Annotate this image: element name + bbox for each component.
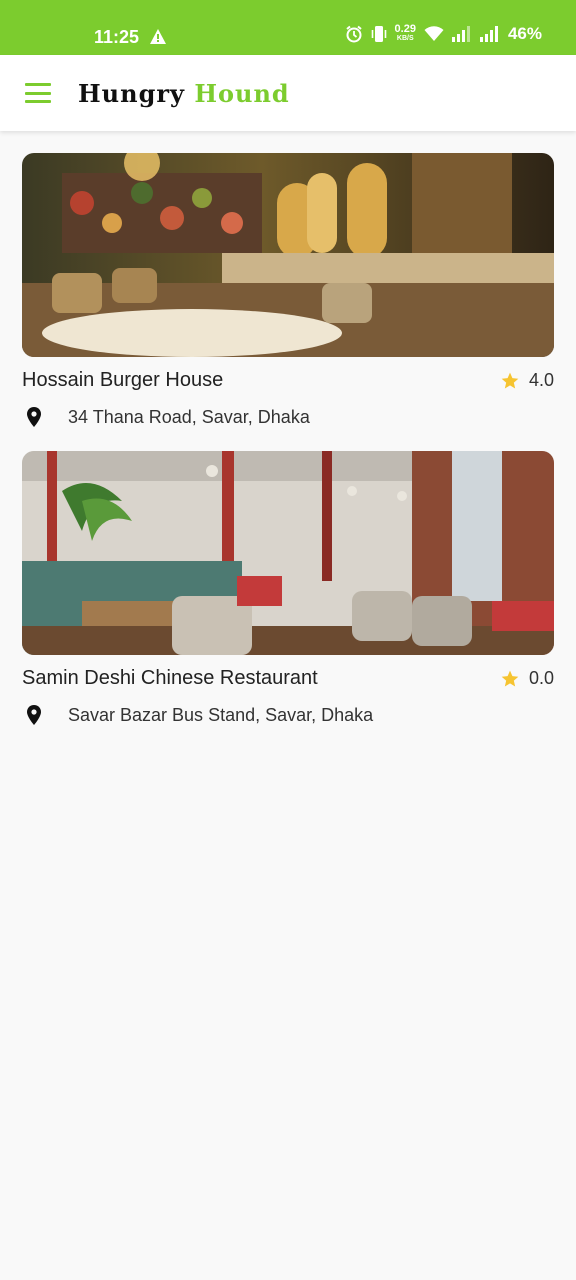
status-time: 11:25	[94, 27, 140, 47]
restaurant-name: Hossain Burger House	[22, 369, 224, 391]
status-indicators: 0.29 KB/S 46%	[345, 24, 542, 44]
app-logo: Hungry Hound	[78, 79, 290, 108]
restaurant-card[interactable]: Hossain Burger House 4.0 34 Thana Road, …	[22, 153, 554, 427]
address-text: 34 Thana Road, Savar, Dhaka	[68, 406, 310, 427]
restaurant-image	[22, 153, 554, 357]
battery-level: 46%	[507, 24, 542, 43]
rating: 0.0	[500, 668, 554, 689]
signal-icon	[451, 26, 472, 42]
location-pin-icon	[27, 407, 41, 427]
location-pin-icon	[27, 705, 41, 725]
star-icon	[501, 372, 519, 388]
restaurant-name: Samin Deshi Chinese Restaurant	[22, 667, 318, 689]
rating-value: 0.0	[528, 668, 554, 688]
status-bar: 11:25 0.29 KB/S 46%	[0, 0, 576, 55]
signal-icon-2	[479, 26, 500, 42]
restaurant-image	[22, 451, 554, 655]
network-speed-unit: KB/S	[396, 35, 414, 42]
rating-value: 4.0	[528, 370, 554, 390]
wifi-icon	[424, 26, 444, 42]
brand-second: Hound	[194, 79, 290, 108]
restaurant-card[interactable]: Samin Deshi Chinese Restaurant 0.0 Savar…	[22, 451, 554, 725]
address-text: Savar Bazar Bus Stand, Savar, Dhaka	[68, 704, 374, 725]
restaurant-address: Savar Bazar Bus Stand, Savar, Dhaka	[22, 703, 373, 727]
app-bar: Hungry Hound	[0, 55, 576, 131]
menu-icon[interactable]	[24, 81, 52, 105]
star-icon	[501, 670, 519, 686]
vibrate-icon	[371, 25, 387, 43]
network-speed-value: 0.29	[394, 23, 416, 35]
alarm-icon	[345, 25, 363, 43]
network-speed: 0.29 KB/S	[394, 23, 416, 43]
rating: 4.0	[500, 370, 554, 391]
restaurant-address: 34 Thana Road, Savar, Dhaka	[22, 405, 310, 429]
brand-first: Hungry	[78, 79, 185, 108]
warning-icon	[150, 29, 166, 49]
